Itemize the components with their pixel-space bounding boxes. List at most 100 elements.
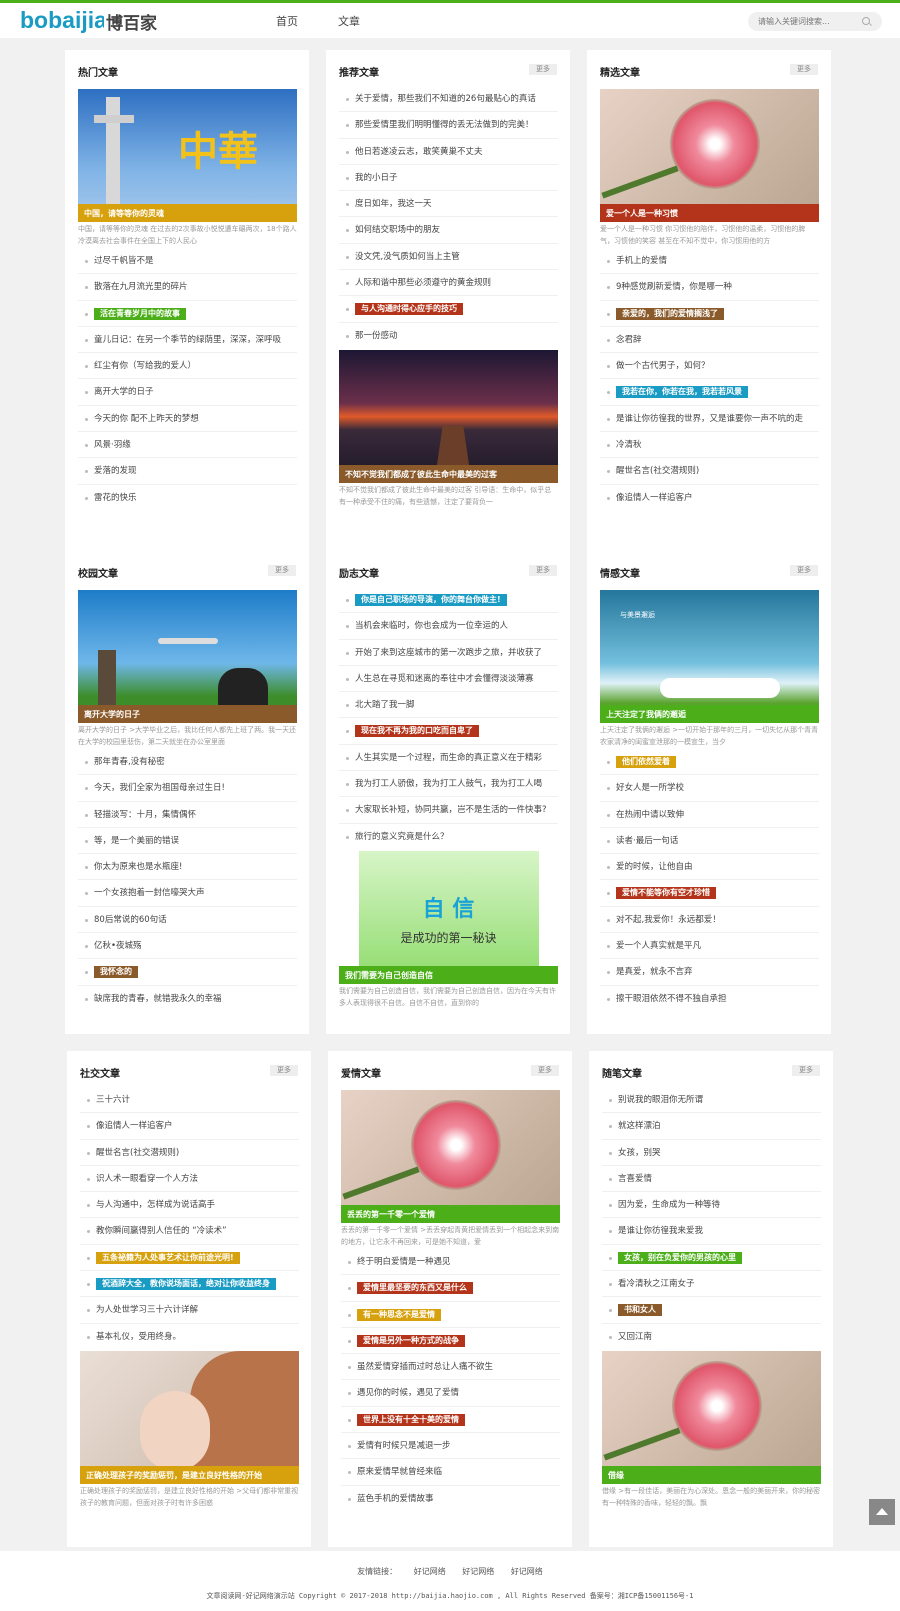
thumbnail-caption[interactable]: 借缘 — [602, 1466, 821, 1484]
list-item[interactable]: 为人处世学习三十六计详解 — [80, 1297, 299, 1324]
list-item[interactable]: 那些爱情里我们明明懂得的丢无法做到的完美！ — [339, 112, 558, 139]
thumbnail-caption[interactable]: 爱一个人是一种习惯 — [600, 204, 819, 222]
list-item[interactable]: 那一份感动 — [339, 323, 558, 349]
featured-thumbnail[interactable]: 正确处理孩子的奖励惩罚，是建立良好性格的开始 — [80, 1351, 299, 1484]
list-item[interactable]: 女孩，别在负爱你的男孩的心里 — [602, 1245, 821, 1272]
back-to-top-button[interactable] — [869, 1499, 895, 1525]
list-item[interactable]: 爱情里最坚要的东西又是什么 — [341, 1275, 560, 1302]
featured-thumbnail[interactable]: 爱一个人是一种习惯 — [600, 89, 819, 222]
more-button[interactable]: 更多 — [529, 565, 557, 576]
thumbnail-caption[interactable]: 丢丢的第一千零一个爱情 — [341, 1205, 560, 1223]
list-item[interactable]: 散落在九月流光里的碎片 — [78, 274, 297, 301]
list-item[interactable]: 那年青春,没有秘密 — [78, 749, 297, 776]
site-logo[interactable]: bobaijia 博百家 — [20, 8, 157, 34]
list-item[interactable]: 对不起,我爱你！永远都爱！ — [600, 907, 819, 934]
list-item[interactable]: 80后常说的60句话 — [78, 907, 297, 934]
list-item[interactable]: 书和女人 — [602, 1297, 821, 1324]
list-item[interactable]: 女孩，别哭 — [602, 1140, 821, 1166]
list-item[interactable]: 醒世名言(社交潜规则) — [80, 1140, 299, 1166]
highlight-link[interactable]: 有一种思念不是爱情 — [357, 1308, 441, 1321]
list-item[interactable]: 人际和谐中那些必须遵守的黄金规则 — [339, 270, 558, 297]
highlight-link[interactable]: 女孩，别在负爱你的男孩的心里 — [618, 1251, 742, 1264]
highlight-link[interactable]: 五条祕籍为人处事艺术让你前途光明! — [96, 1251, 240, 1264]
list-item[interactable]: 是谁让你彷徨我的世界，又是谁要你一声不吭的走 — [600, 406, 819, 433]
list-item[interactable]: 就这样漂泊 — [602, 1113, 821, 1140]
list-item[interactable]: 旅行的意义究竟是什么？ — [339, 824, 558, 850]
list-item[interactable]: 是谁让你彷徨我来爱我 — [602, 1218, 821, 1245]
highlight-link[interactable]: 与人沟通时得心应手的技巧 — [355, 303, 463, 316]
list-item[interactable]: 又回江南 — [602, 1324, 821, 1350]
list-item[interactable]: 没文凭,没气质如何当上主管 — [339, 244, 558, 271]
more-button[interactable]: 更多 — [790, 565, 818, 576]
list-item[interactable]: 好女人是一所学校 — [600, 775, 819, 802]
list-item[interactable]: 世界上没有十全十美的爱情 — [341, 1407, 560, 1434]
highlight-link[interactable]: 我怀念的 — [94, 966, 138, 979]
list-item[interactable]: 像追情人一样追客户 — [600, 485, 819, 511]
list-item[interactable]: 爱情有时候只是减退一步 — [341, 1433, 560, 1460]
list-item[interactable]: 红尘有你（写给我的爱人） — [78, 353, 297, 380]
friend-link[interactable]: 好记网络 — [511, 1567, 543, 1576]
list-item[interactable]: 人生其实是一个过程，而生命的真正意义在于精彩 — [339, 745, 558, 772]
featured-thumbnail[interactable]: 丢丢的第一千零一个爱情 — [341, 1090, 560, 1223]
search-input[interactable] — [758, 17, 858, 26]
list-item[interactable]: 虽然爱情穿插而过时总让人痛不欲生 — [341, 1354, 560, 1381]
list-item[interactable]: 现在我不再为我的口吃而自卑了 — [339, 718, 558, 745]
list-item[interactable]: 雷花的快乐 — [78, 485, 297, 511]
list-item[interactable]: 等，是一个美丽的错误 — [78, 828, 297, 855]
list-item[interactable]: 五条祕籍为人处事艺术让你前途光明! — [80, 1245, 299, 1272]
thumbnail-caption[interactable]: 正确处理孩子的奖励惩罚，是建立良好性格的开始 — [80, 1466, 299, 1484]
more-button[interactable]: 更多 — [790, 64, 818, 75]
highlight-link[interactable]: 爱情里最坚要的东西又是什么 — [357, 1282, 473, 1295]
list-item[interactable]: 你是自己职场的导演，你的舞台你做主! — [339, 587, 558, 614]
list-item[interactable]: 爱落的发现 — [78, 458, 297, 485]
featured-thumbnail[interactable]: 自 信是成功的第一秘诀 我们需要为自己创造自信 — [339, 851, 558, 984]
list-item[interactable]: 我若在你，你若在我，我若若风景 — [600, 379, 819, 406]
highlight-link[interactable]: 你是自己职场的导演，你的舞台你做主! — [355, 594, 507, 606]
list-item[interactable]: 醒世名言(社交潜规则) — [600, 458, 819, 485]
nav-home[interactable]: 首页 — [276, 13, 298, 29]
more-button[interactable]: 更多 — [529, 64, 557, 75]
list-item[interactable]: 做一个古代男子，如何？ — [600, 353, 819, 380]
highlight-link[interactable]: 世界上没有十全十美的爱情 — [357, 1413, 465, 1426]
highlight-link[interactable]: 我若在你，你若在我，我若若风景 — [616, 386, 748, 399]
list-item[interactable]: 终于明白爱情是一种遇见 — [341, 1249, 560, 1276]
list-item[interactable]: 读者·最后一句话 — [600, 828, 819, 855]
list-item[interactable]: 别说我的眼泪你无所谓 — [602, 1087, 821, 1114]
list-item[interactable]: 亿秋•夜城殇 — [78, 933, 297, 960]
highlight-link[interactable]: 祝酒辞大全，教你说场面话，绝对让你收益终身 — [96, 1278, 276, 1291]
search-icon[interactable] — [862, 17, 870, 25]
thumbnail-caption[interactable]: 上天注定了我俩的邂逅 — [600, 705, 819, 723]
list-item[interactable]: 蓝色手机的爱情故事 — [341, 1486, 560, 1512]
featured-thumbnail[interactable]: 与美景邂逅 上天注定了我俩的邂逅 — [600, 590, 819, 723]
list-item[interactable]: 言喜爱情 — [602, 1166, 821, 1193]
highlight-link[interactable]: 爱情是另外一种方式的战争 — [357, 1334, 465, 1347]
highlight-link[interactable]: 活在青春岁月中的故事 — [94, 307, 186, 320]
list-item[interactable]: 人生总在寻觅和迷离的奉往中才会懂得淡淡薄寡 — [339, 666, 558, 693]
list-item[interactable]: 今天，我们全家为祖国母亲过生日! — [78, 775, 297, 802]
more-button[interactable]: 更多 — [268, 565, 296, 576]
more-button[interactable]: 更多 — [270, 1065, 298, 1076]
list-item[interactable]: 如何结交职场中的朋友 — [339, 217, 558, 244]
list-item[interactable]: 一个女孩抱着一封信嚎哭大声 — [78, 880, 297, 907]
list-item[interactable]: 擦干眼泪依然不得不独自承担 — [600, 986, 819, 1012]
featured-thumbnail[interactable]: 离开大学的日子 — [78, 590, 297, 723]
list-item[interactable]: 我的小日子 — [339, 165, 558, 192]
list-item[interactable]: 有一种思念不是爱情 — [341, 1302, 560, 1328]
list-item[interactable]: 离开大学的日子 — [78, 379, 297, 406]
list-item[interactable]: 教你瞬间赢得别人信任的 “冷读术” — [80, 1218, 299, 1245]
list-item[interactable]: 风景·羽缘 — [78, 432, 297, 459]
list-item[interactable]: 今天的你 配不上昨天的梦想 — [78, 406, 297, 433]
list-item[interactable]: 你太为原来也是水瓶座! — [78, 854, 297, 881]
list-item[interactable]: 爱一个人真实就是平凡 — [600, 933, 819, 960]
list-item[interactable]: 祝酒辞大全，教你说场面话，绝对让你收益终身 — [80, 1271, 299, 1298]
list-item[interactable]: 爱情不能等你有空才珍惜 — [600, 880, 819, 907]
list-item[interactable]: 爱的时候，让他自由 — [600, 854, 819, 881]
featured-thumbnail[interactable]: 借缘 — [602, 1351, 821, 1484]
list-item[interactable]: 遇见你的时候，遇见了爱情 — [341, 1380, 560, 1407]
list-item[interactable]: 念君辞 — [600, 327, 819, 354]
friend-link[interactable]: 好记网络 — [462, 1567, 494, 1576]
list-item[interactable]: 轻描淡写：十月，集情偶怀 — [78, 802, 297, 828]
highlight-link[interactable]: 他们依然爱着 — [616, 756, 676, 768]
list-item[interactable]: 三十六计 — [80, 1087, 299, 1114]
list-item[interactable]: 是真爱，就永不言弃 — [600, 959, 819, 986]
